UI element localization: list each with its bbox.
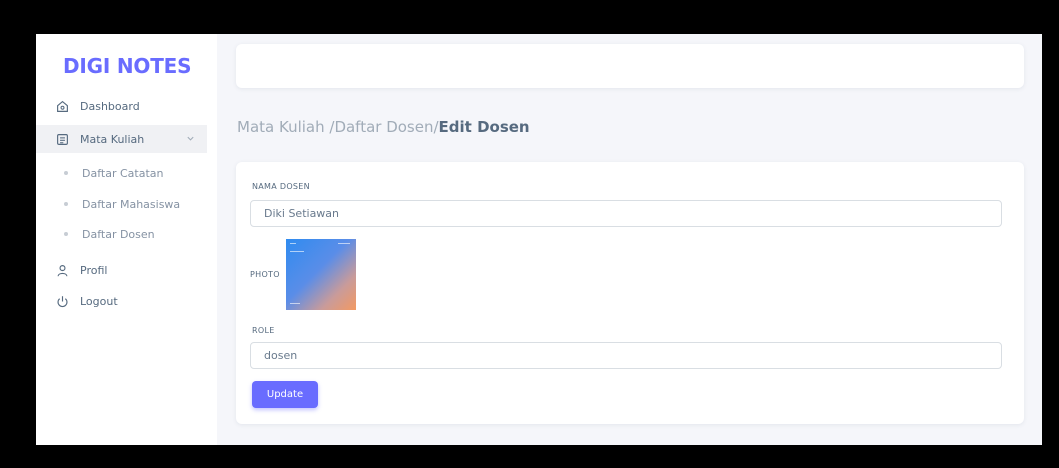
brand-logo[interactable]: DIGI NOTES [63,54,192,78]
role-field[interactable]: dosen [250,342,1002,369]
sidebar-item-profil[interactable]: Profil [36,256,207,284]
sidebar-item-label: Dashboard [80,99,140,113]
bullet-icon [64,171,68,175]
edit-dosen-form: NAMA DOSEN Diki Setiawan PHOTO ROLE dose… [236,162,1024,424]
sidebar-item-logout[interactable]: Logout [36,287,207,315]
sidebar-subitem-daftar-catatan[interactable]: Daftar Catatan [36,162,207,184]
sidebar-subitem-label: Daftar Catatan [82,166,164,180]
breadcrumb-current: Edit Dosen [438,118,530,136]
update-button[interactable]: Update [252,381,318,408]
photo-preview[interactable] [286,239,356,310]
sidebar-item-mata-kuliah[interactable]: Mata Kuliah [36,125,207,153]
role-label: ROLE [252,326,275,335]
name-field[interactable]: Diki Setiawan [250,200,1002,227]
breadcrumb-daftar-dosen[interactable]: Daftar Dosen/ [334,118,438,136]
photo-label: PHOTO [250,270,280,279]
breadcrumb-mata-kuliah[interactable]: Mata Kuliah / [237,118,334,136]
home-icon [53,97,71,115]
sidebar-subitem-label: Daftar Dosen [82,227,155,241]
sidebar-item-dashboard[interactable]: Dashboard [36,92,207,120]
sidebar-subitem-daftar-dosen[interactable]: Daftar Dosen [36,223,207,245]
user-icon [53,261,71,279]
name-label: NAMA DOSEN [252,182,310,191]
sidebar: DIGI NOTES Dashboard Mata Kuliah Daftar … [36,34,217,445]
sidebar-subitem-label: Daftar Mahasiswa [82,197,181,211]
bullet-icon [64,202,68,206]
sidebar-item-label: Profil [80,263,108,277]
notes-icon [53,130,71,148]
bullet-icon [64,232,68,236]
app-window: DIGI NOTES Dashboard Mata Kuliah Daftar … [36,34,1042,445]
top-navbar [236,44,1024,88]
breadcrumb: Mata Kuliah /Daftar Dosen/Edit Dosen [237,118,530,136]
chevron-down-icon [186,133,195,146]
sidebar-item-label: Mata Kuliah [80,132,145,146]
power-icon [53,292,71,310]
sidebar-item-label: Logout [80,294,118,308]
sidebar-subitem-daftar-mahasiswa[interactable]: Daftar Mahasiswa [36,193,207,215]
